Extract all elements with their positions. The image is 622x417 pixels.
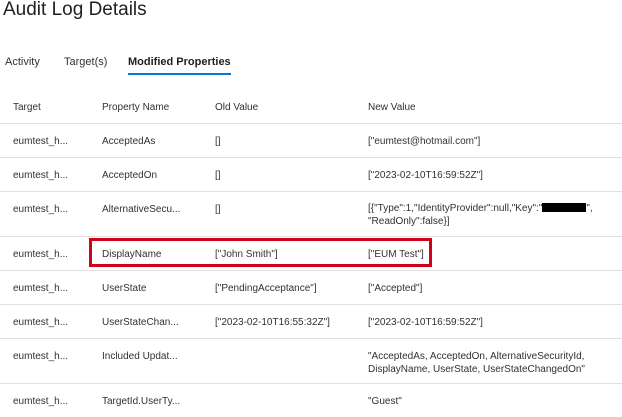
old-value-cell: ["John Smith"]: [215, 249, 278, 260]
new-value-cell: [{"Type":1,"IdentityProvider":null,"Key"…: [368, 202, 593, 228]
active-tab-indicator: [128, 73, 231, 75]
modified-properties-table: Target Property Name Old Value New Value…: [0, 90, 622, 417]
new-value-line-2: "ReadOnly":false}]: [368, 216, 450, 227]
table-row[interactable]: eumtest_h... UserStateChan... ["2023-02-…: [0, 305, 622, 339]
property-name-cell: UserState: [102, 283, 147, 294]
tab-targets[interactable]: Target(s): [64, 56, 107, 68]
new-value-cell: ["Accepted"]: [368, 283, 423, 294]
table-row[interactable]: eumtest_h... AlternativeSecu... [] [{"Ty…: [0, 192, 622, 237]
column-header-target[interactable]: Target: [13, 101, 41, 114]
property-name-cell: DisplayName: [102, 249, 162, 260]
property-name-cell: AcceptedOn: [102, 170, 158, 181]
page-title: Audit Log Details: [3, 0, 147, 20]
tab-modified-properties[interactable]: Modified Properties: [128, 56, 231, 75]
table-row[interactable]: eumtest_h... Included Updat... "Accepted…: [0, 339, 622, 384]
target-cell: eumtest_h...: [13, 249, 69, 260]
target-cell: eumtest_h...: [13, 136, 69, 147]
old-value-cell: []: [215, 204, 221, 215]
target-cell: eumtest_h...: [13, 351, 69, 362]
redacted-key-block: [542, 203, 587, 212]
target-cell: eumtest_h...: [13, 283, 69, 294]
table-header-row: Target Property Name Old Value New Value: [0, 90, 622, 124]
table-row[interactable]: eumtest_h... TargetId.UserTy... "Guest": [0, 384, 622, 417]
target-cell: eumtest_h...: [13, 317, 69, 328]
old-value-cell: []: [215, 136, 221, 147]
new-value-cell: "Guest": [368, 396, 402, 407]
tab-modified-properties-label: Modified Properties: [128, 56, 231, 68]
new-value-cell: ["eumtest@hotmail.com"]: [368, 136, 481, 147]
table-row[interactable]: eumtest_h... UserState ["PendingAcceptan…: [0, 271, 622, 305]
new-value-line-1: [{"Type":1,"IdentityProvider":null,"Key"…: [368, 202, 593, 215]
target-cell: eumtest_h...: [13, 170, 69, 181]
column-header-old-value[interactable]: Old Value: [215, 101, 258, 114]
new-value-text: [{"Type":1,"IdentityProvider":null,"Key"…: [368, 203, 543, 214]
new-value-cell: ["EUM Test"]: [368, 249, 424, 260]
column-header-new-value[interactable]: New Value: [368, 101, 416, 114]
property-name-cell: TargetId.UserTy...: [102, 396, 181, 407]
property-name-cell: Included Updat...: [102, 351, 178, 362]
column-header-property-name[interactable]: Property Name: [102, 101, 169, 114]
property-name-cell: AlternativeSecu...: [102, 204, 181, 215]
property-name-cell: UserStateChan...: [102, 317, 179, 328]
old-value-cell: ["2023-02-10T16:55:32Z"]: [215, 317, 330, 328]
target-cell: eumtest_h...: [13, 396, 69, 407]
tab-bar: Activity Target(s) Modified Properties: [0, 56, 622, 78]
new-value-cell: ["2023-02-10T16:59:52Z"]: [368, 317, 483, 328]
table-row[interactable]: eumtest_h... AcceptedAs [] ["eumtest@hot…: [0, 124, 622, 158]
old-value-cell: ["PendingAcceptance"]: [215, 283, 317, 294]
new-value-cell: ["2023-02-10T16:59:52Z"]: [368, 170, 483, 181]
new-value-cell: "AcceptedAs, AcceptedOn, AlternativeSecu…: [368, 351, 585, 375]
old-value-cell: []: [215, 170, 221, 181]
table-row-highlighted[interactable]: eumtest_h... DisplayName ["John Smith"] …: [0, 237, 622, 271]
target-cell: eumtest_h...: [13, 204, 69, 215]
new-value-text-end: ",: [586, 203, 593, 214]
property-name-cell: AcceptedAs: [102, 136, 156, 147]
tab-activity[interactable]: Activity: [5, 56, 40, 68]
table-row[interactable]: eumtest_h... AcceptedOn [] ["2023-02-10T…: [0, 158, 622, 192]
